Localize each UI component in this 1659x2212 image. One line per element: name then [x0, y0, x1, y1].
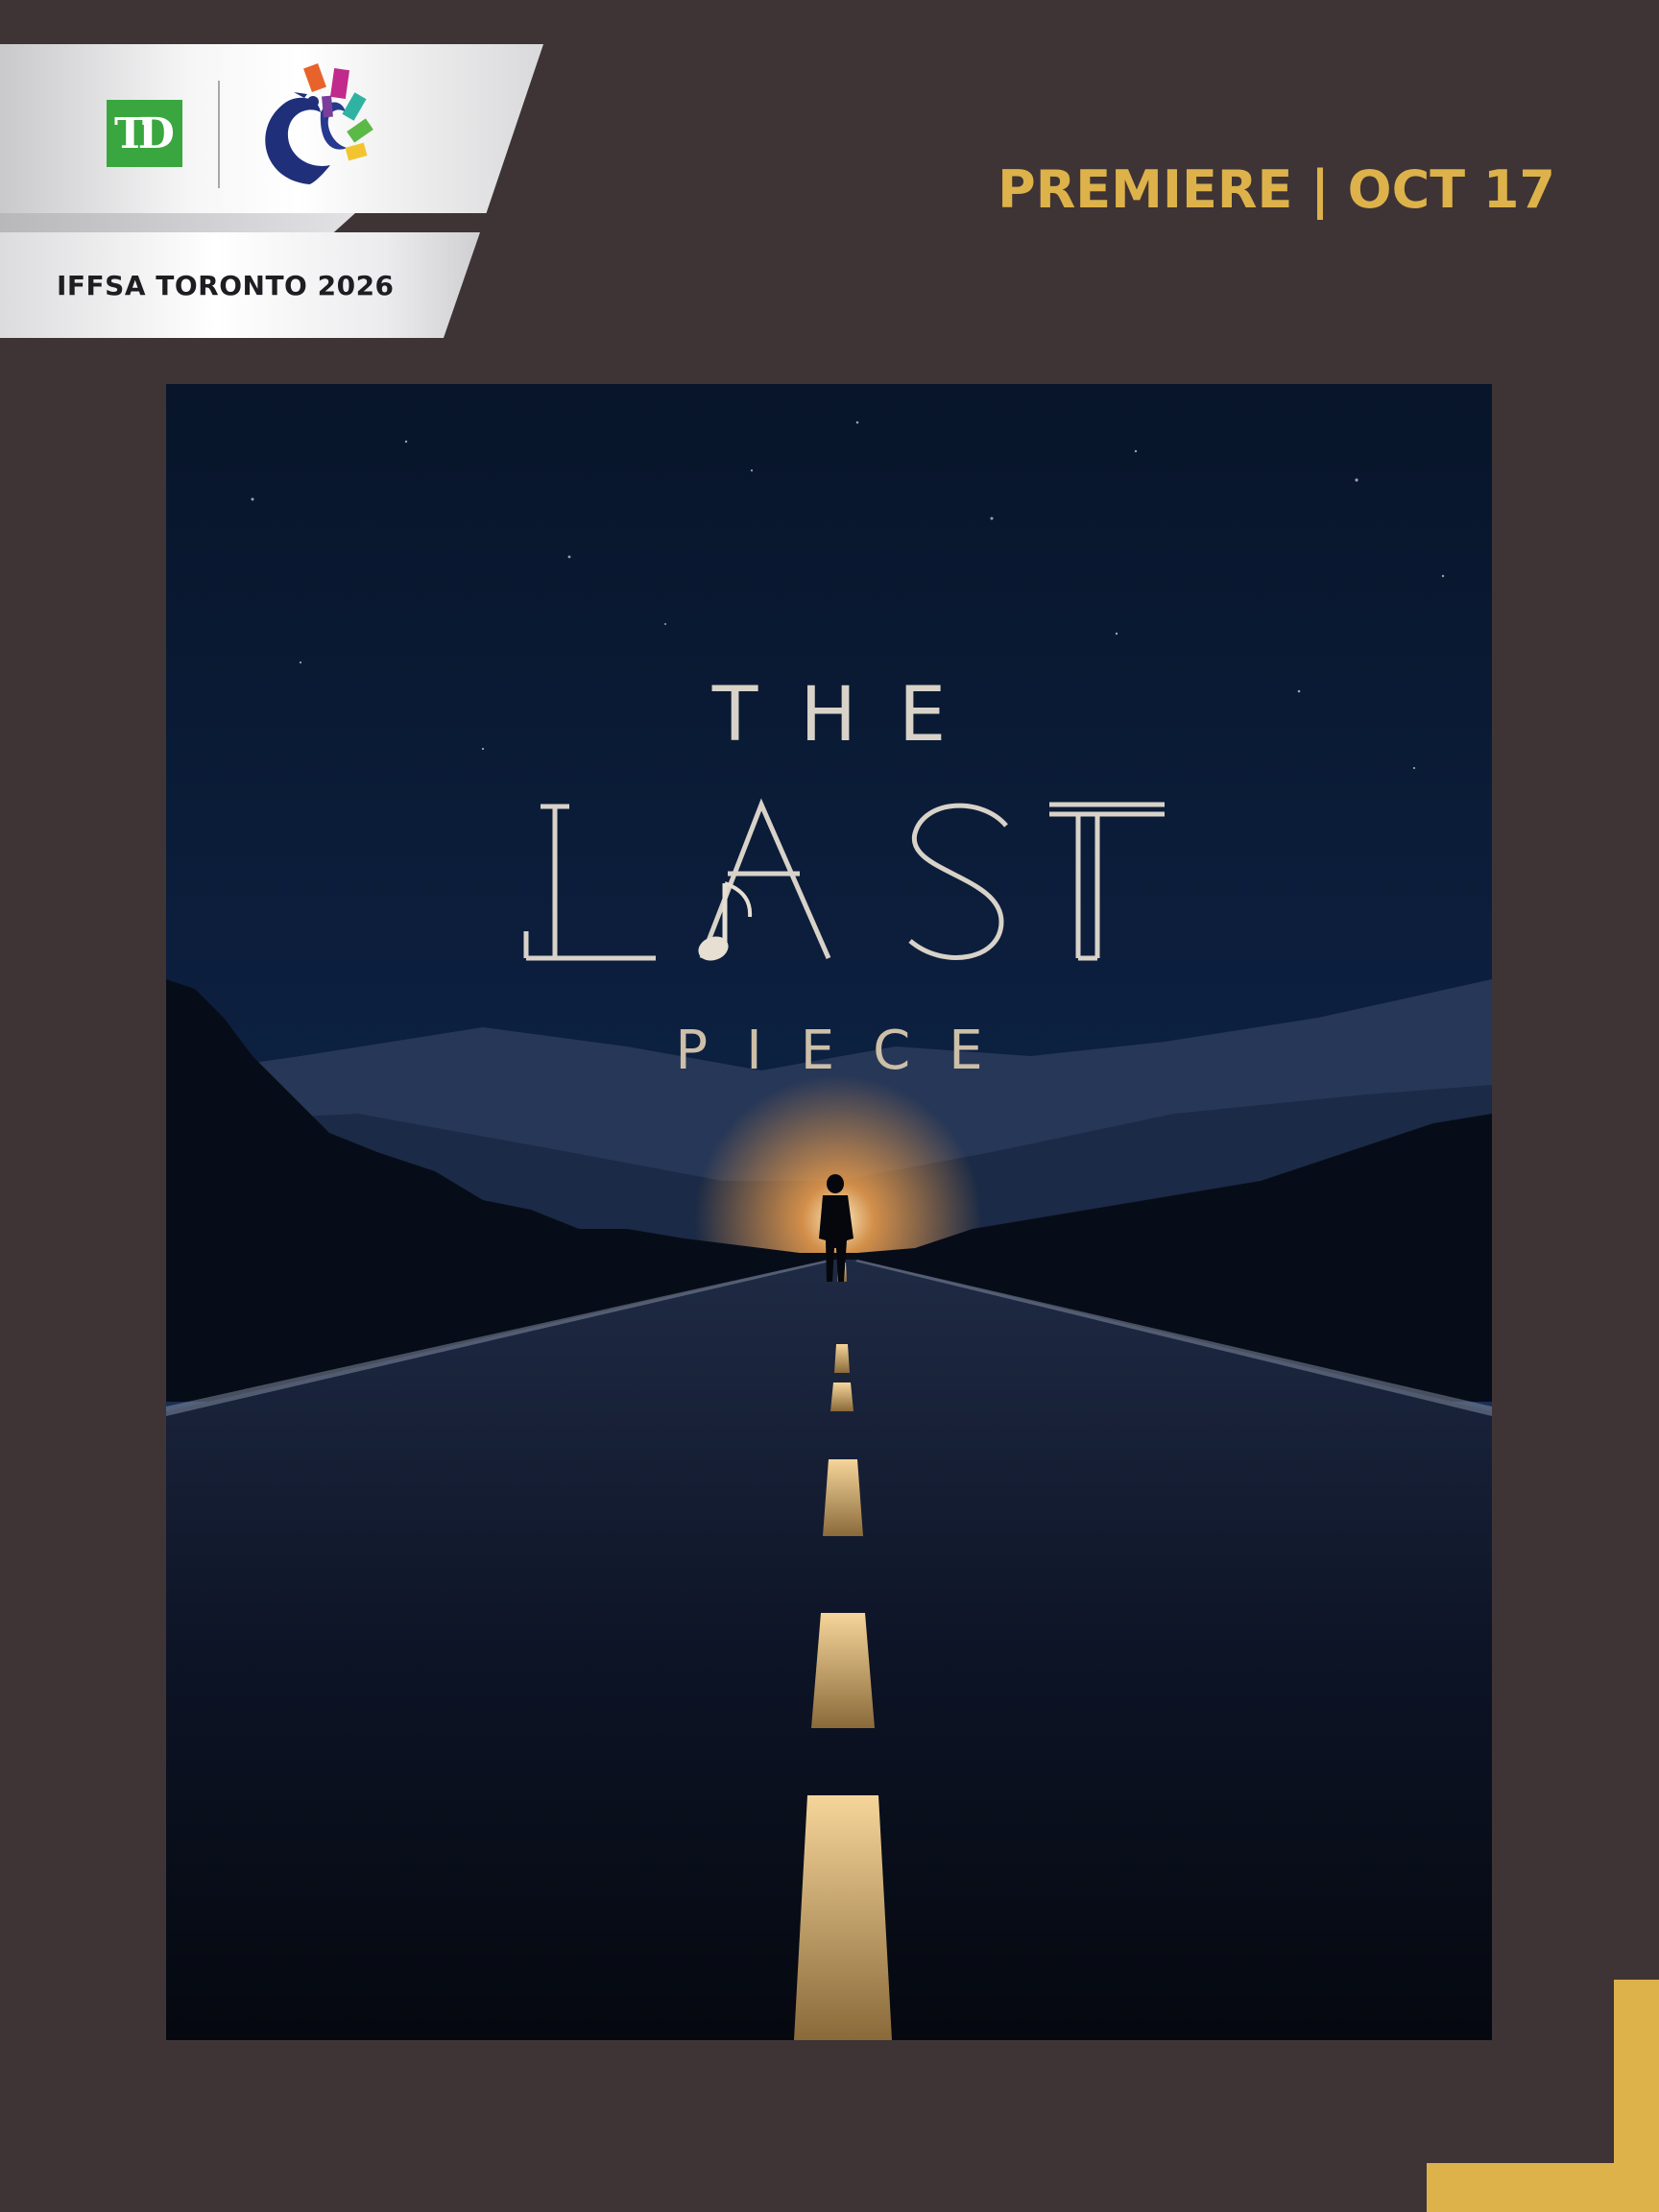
corner-accent-horizontal — [1427, 2163, 1659, 2212]
banner-stripe — [0, 213, 355, 232]
music-note-icon — [698, 881, 753, 961]
poster-title-the: THE — [711, 672, 989, 758]
film-poster: THE PIECE — [166, 384, 1492, 2040]
phoenix-film-reel-icon — [265, 63, 373, 184]
poster-title-piece: PIECE — [675, 1020, 1022, 1082]
festival-name: IFFSA TORONTO 2026 — [57, 270, 395, 301]
premiere-date: PREMIERE | OCT 17 — [998, 159, 1555, 220]
td-logo-text: TD — [114, 108, 175, 158]
logo-divider — [218, 81, 220, 188]
poster-title-last — [523, 798, 1165, 961]
poster-scene — [166, 384, 1492, 2040]
td-bank-logo: TD — [107, 100, 182, 167]
